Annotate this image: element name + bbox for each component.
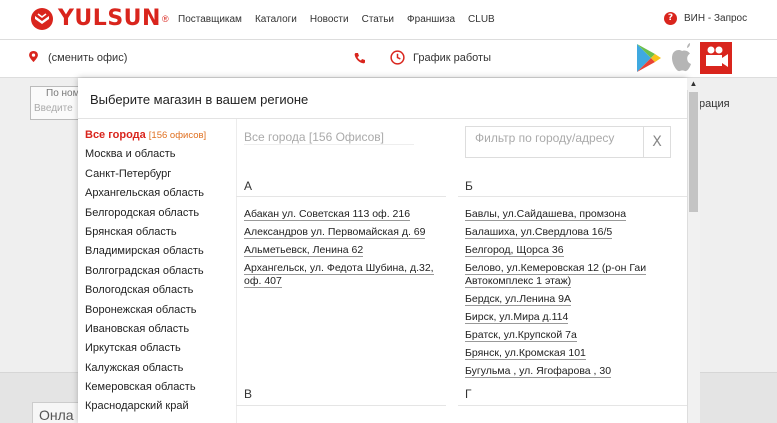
- clear-filter-button[interactable]: X: [643, 127, 670, 157]
- region-item-label: Все города: [85, 129, 146, 141]
- store-link-label: Бирск, ул.Мира д.114: [465, 311, 569, 324]
- nav-item[interactable]: Каталоги: [255, 14, 297, 25]
- store-link[interactable]: Белово, ул.Кемеровская 12 (р-он Гаи Авто…: [465, 262, 670, 288]
- store-link[interactable]: Александров ул. Первомайская д. 69: [244, 226, 464, 239]
- nav-item[interactable]: Новости: [310, 14, 349, 25]
- logo-icon: [31, 8, 53, 30]
- region-item[interactable]: Брянская область: [85, 223, 235, 242]
- logo-text: YULSUN: [58, 6, 161, 31]
- modal-divider: [78, 118, 687, 119]
- heading-underline: [244, 144, 414, 145]
- region-item[interactable]: Воронежская область: [85, 301, 235, 320]
- top-bar: YULSUN ® Поставщикам Каталоги Новости Ст…: [0, 0, 777, 40]
- region-item[interactable]: Ивановская область: [85, 320, 235, 339]
- store-list-b: Бавлы, ул.Сайдашева, промзона Балашиха, …: [465, 208, 670, 383]
- column-divider: [236, 119, 237, 423]
- apple-icon[interactable]: [668, 42, 696, 74]
- google-play-icon[interactable]: [634, 42, 664, 74]
- letter-divider: [236, 405, 446, 406]
- nav-item[interactable]: CLUB: [468, 14, 495, 25]
- letter-divider: [458, 196, 687, 197]
- phone-icon[interactable]: [354, 52, 366, 64]
- registration-link-background: рация: [699, 98, 730, 110]
- filter-placeholder: Фильтр по городу/адресу: [475, 131, 615, 145]
- store-selector-modal: Выберите магазин в вашем регионе Все гор…: [78, 78, 687, 423]
- search-input-background: Введите: [34, 103, 73, 114]
- nav-item[interactable]: Франшиза: [407, 14, 455, 25]
- region-item[interactable]: Вологодская область: [85, 281, 235, 300]
- city-filter-field[interactable]: Фильтр по городу/адресу X: [465, 126, 671, 158]
- schedule-link[interactable]: График работы: [413, 52, 491, 64]
- video-camera-button[interactable]: [700, 42, 732, 74]
- location-pin-icon: [29, 51, 38, 62]
- search-tab-background: По ном: [46, 88, 80, 99]
- store-link-label: Альметьевск, Ленина 62: [244, 244, 364, 257]
- store-link-label: Александров ул. Первомайская д. 69: [244, 226, 426, 239]
- store-link[interactable]: Архангельск, ул. Федота Шубина, д.32, оф…: [244, 262, 449, 288]
- store-list-a: Абакан ул. Советская 113 оф. 216 Алексан…: [244, 208, 464, 293]
- store-link[interactable]: Бугульма , ул. Ягофарова , 30: [465, 365, 670, 378]
- region-item[interactable]: Иркутская область: [85, 339, 235, 358]
- vin-request-link[interactable]: ? ВИН - Запрос: [664, 12, 747, 25]
- store-link[interactable]: Братск, ул.Крупской 7а: [465, 329, 670, 342]
- question-icon: ?: [664, 12, 677, 25]
- modal-title: Выберите магазин в вашем регионе: [90, 92, 309, 107]
- store-link[interactable]: Бирск, ул.Мира д.114: [465, 311, 670, 324]
- region-item-all[interactable]: Все города [156 офисов]: [85, 126, 235, 145]
- nav-item[interactable]: Поставщикам: [178, 14, 242, 25]
- store-link[interactable]: Бавлы, ул.Сайдашева, промзона: [465, 208, 670, 221]
- store-link-label: Абакан ул. Советская 113 оф. 216: [244, 208, 411, 221]
- store-link-label: Бугульма , ул. Ягофарова , 30: [465, 365, 612, 378]
- logo[interactable]: YULSUN ®: [30, 7, 169, 31]
- region-item[interactable]: Кемеровская область: [85, 378, 235, 397]
- clock-icon: [390, 50, 405, 65]
- scrollbar-thumb[interactable]: [689, 92, 698, 212]
- letter-heading: Г: [465, 387, 472, 401]
- store-link[interactable]: Брянск, ул.Кромская 101: [465, 347, 670, 360]
- online-box-background: Онла: [32, 402, 82, 423]
- store-link[interactable]: Балашиха, ул.Свердлова 16/5: [465, 226, 670, 239]
- store-link-label: Архангельск, ул. Федота Шубина, д.32, оф…: [244, 262, 434, 288]
- store-link[interactable]: Бердск, ул.Ленина 9А: [465, 293, 670, 306]
- store-link-label: Балашиха, ул.Свердлова 16/5: [465, 226, 613, 239]
- logo-reg: ®: [161, 14, 169, 24]
- letter-heading: А: [244, 179, 253, 193]
- region-list: Все города [156 офисов] Москва и область …: [85, 126, 235, 417]
- letter-heading: Б: [465, 179, 473, 193]
- region-item[interactable]: Москва и область: [85, 145, 235, 164]
- store-link-label: Бавлы, ул.Сайдашева, промзона: [465, 208, 627, 221]
- letter-divider: [236, 196, 446, 197]
- store-link-label: Братск, ул.Крупской 7а: [465, 329, 577, 342]
- region-item[interactable]: Санкт-Петербург: [85, 165, 235, 184]
- region-item[interactable]: Краснодарский край: [85, 397, 235, 416]
- region-item[interactable]: Архангельская область: [85, 184, 235, 203]
- region-item[interactable]: Белгородская область: [85, 204, 235, 223]
- letter-heading: В: [244, 387, 253, 401]
- store-link-label: Брянск, ул.Кромская 101: [465, 347, 586, 360]
- store-link-label: Белово, ул.Кемеровская 12 (р-он Гаи Авто…: [465, 262, 647, 288]
- region-item[interactable]: Владимирская область: [85, 242, 235, 261]
- region-item[interactable]: Калужская область: [85, 359, 235, 378]
- store-link[interactable]: Белгород, Щорса 36: [465, 244, 670, 257]
- change-office-link[interactable]: (сменить офис): [48, 52, 127, 64]
- office-count: [156 офисов]: [148, 130, 207, 141]
- all-cities-heading: Все города [156 Офисов]: [244, 130, 385, 144]
- store-link[interactable]: Альметьевск, Ленина 62: [244, 244, 464, 257]
- store-link[interactable]: Абакан ул. Советская 113 оф. 216: [244, 208, 464, 221]
- store-link-label: Белгород, Щорса 36: [465, 244, 564, 257]
- scroll-up-arrow-icon[interactable]: ▲: [687, 78, 700, 90]
- store-link-label: Бердск, ул.Ленина 9А: [465, 293, 571, 306]
- nav-item[interactable]: Статьи: [362, 14, 394, 25]
- main-nav: Поставщикам Каталоги Новости Статьи Фран…: [178, 14, 508, 25]
- video-camera-icon: [706, 46, 728, 67]
- region-item[interactable]: Волгоградская область: [85, 262, 235, 281]
- letter-divider: [458, 405, 687, 406]
- vin-request-label: ВИН - Запрос: [684, 13, 748, 24]
